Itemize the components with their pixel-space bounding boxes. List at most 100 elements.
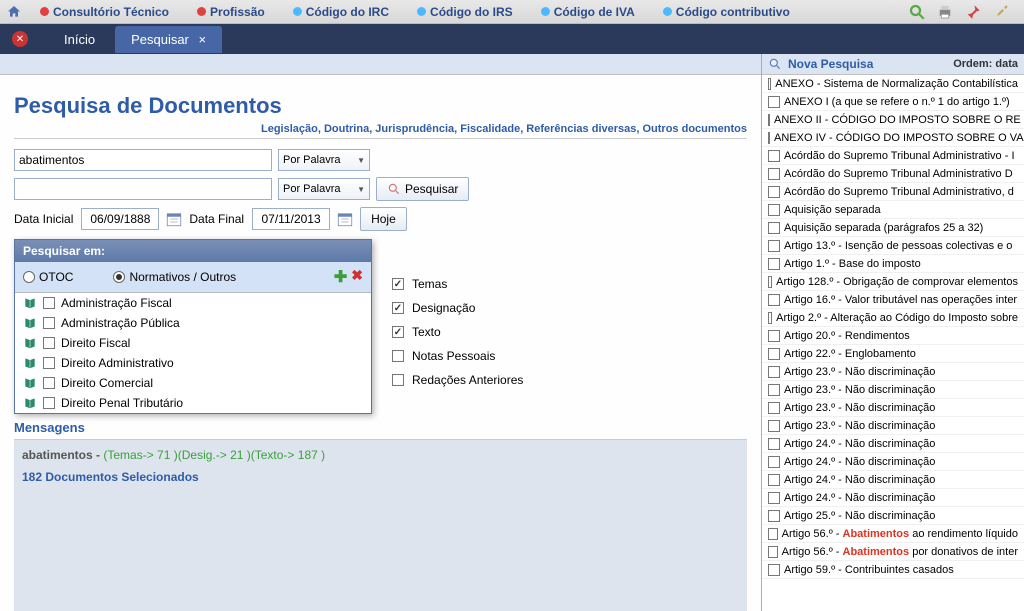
close-all-button[interactable]: ✕ xyxy=(12,31,28,47)
result-item[interactable]: Artigo 56.º - Abatimentos ao rendimento … xyxy=(762,525,1024,543)
result-item[interactable]: Artigo 24.º - Não discriminação xyxy=(762,453,1024,471)
radio-normativos[interactable]: Normativos / Outros xyxy=(113,270,236,284)
result-item[interactable]: Artigo 24.º - Não discriminação xyxy=(762,489,1024,507)
result-item[interactable]: Artigo 23.º - Não discriminação xyxy=(762,399,1024,417)
category-checkbox[interactable] xyxy=(43,297,55,309)
calendar-icon[interactable] xyxy=(336,210,354,228)
result-checkbox[interactable] xyxy=(768,114,770,126)
category-checkbox[interactable] xyxy=(43,397,55,409)
result-checkbox[interactable] xyxy=(768,438,780,450)
result-item[interactable]: Aquisição separada (parágrafos 25 a 32) xyxy=(762,219,1024,237)
tab-close-icon[interactable]: × xyxy=(199,32,207,47)
results-list[interactable]: ANEXO - Sistema de Normalização Contabil… xyxy=(762,75,1024,611)
result-item[interactable]: Artigo 25.º - Não discriminação xyxy=(762,507,1024,525)
result-item[interactable]: Artigo 2.º - Alteração ao Código do Impo… xyxy=(762,309,1024,327)
result-checkbox[interactable] xyxy=(768,240,780,252)
result-checkbox[interactable] xyxy=(768,168,780,180)
result-checkbox[interactable] xyxy=(768,402,780,414)
checkbox-redacoes[interactable] xyxy=(392,374,404,386)
calendar-icon[interactable] xyxy=(165,210,183,228)
result-checkbox[interactable] xyxy=(768,186,780,198)
result-item[interactable]: Artigo 128.º - Obrigação de comprovar el… xyxy=(762,273,1024,291)
result-checkbox[interactable] xyxy=(768,312,772,324)
printer-icon[interactable] xyxy=(936,3,954,21)
category-checkbox[interactable] xyxy=(43,317,55,329)
pin-icon[interactable] xyxy=(964,3,982,21)
result-checkbox[interactable] xyxy=(768,456,780,468)
data-final-input[interactable] xyxy=(252,208,330,230)
result-checkbox[interactable] xyxy=(768,132,770,144)
topnav-item[interactable]: Código contributivo xyxy=(649,5,804,19)
result-checkbox[interactable] xyxy=(768,330,780,342)
tools-icon[interactable] xyxy=(992,3,1010,21)
topnav-item[interactable]: Profissão xyxy=(183,5,279,19)
result-checkbox[interactable] xyxy=(768,294,780,306)
result-item[interactable]: Artigo 59.º - Contribuintes casados xyxy=(762,561,1024,579)
result-item[interactable]: Artigo 56.º - Abatimentos por donativos … xyxy=(762,543,1024,561)
result-checkbox[interactable] xyxy=(768,96,780,108)
result-item[interactable]: ANEXO - Sistema de Normalização Contabil… xyxy=(762,75,1024,93)
result-item[interactable]: Artigo 13.º - Isenção de pessoas colecti… xyxy=(762,237,1024,255)
hoje-button[interactable]: Hoje xyxy=(360,207,407,231)
result-item[interactable]: ANEXO IV - CÓDIGO DO IMPOSTO SOBRE O VA xyxy=(762,129,1024,147)
match-mode-2-select[interactable]: Por Palavra▼ xyxy=(278,178,370,200)
category-item[interactable]: Direito Penal Tributário xyxy=(15,393,371,413)
result-item[interactable]: Artigo 20.º - Rendimentos xyxy=(762,327,1024,345)
tab-inicio[interactable]: Início xyxy=(48,26,111,53)
result-item[interactable]: ANEXO I (a que se refere o n.º 1 do arti… xyxy=(762,93,1024,111)
topnav-item[interactable]: Código de IVA xyxy=(527,5,649,19)
result-checkbox[interactable] xyxy=(768,276,772,288)
result-item[interactable]: Acórdão do Supremo Tribunal Administrati… xyxy=(762,147,1024,165)
result-item[interactable]: Artigo 24.º - Não discriminação xyxy=(762,471,1024,489)
result-checkbox[interactable] xyxy=(768,564,780,576)
result-checkbox[interactable] xyxy=(768,528,778,540)
result-item[interactable]: Aquisição separada xyxy=(762,201,1024,219)
result-item[interactable]: ANEXO II - CÓDIGO DO IMPOSTO SOBRE O RE xyxy=(762,111,1024,129)
result-checkbox[interactable] xyxy=(768,78,771,90)
category-item[interactable]: Administração Fiscal xyxy=(15,293,371,313)
result-item[interactable]: Artigo 23.º - Não discriminação xyxy=(762,363,1024,381)
result-item[interactable]: Artigo 22.º - Englobamento xyxy=(762,345,1024,363)
result-item[interactable]: Artigo 23.º - Não discriminação xyxy=(762,417,1024,435)
topnav-item[interactable]: Código do IRC xyxy=(279,5,403,19)
result-checkbox[interactable] xyxy=(768,366,780,378)
remove-icon[interactable]: ✖ xyxy=(351,267,363,287)
checkbox-designacao[interactable] xyxy=(392,302,404,314)
result-item[interactable]: Artigo 23.º - Não discriminação xyxy=(762,381,1024,399)
category-item[interactable]: Direito Comercial xyxy=(15,373,371,393)
result-checkbox[interactable] xyxy=(768,474,780,486)
result-item[interactable]: Acórdão do Supremo Tribunal Administrati… xyxy=(762,165,1024,183)
search-term-1-input[interactable] xyxy=(14,149,272,171)
category-checkbox[interactable] xyxy=(43,377,55,389)
topnav-item[interactable]: Código do IRS xyxy=(403,5,527,19)
data-inicial-input[interactable] xyxy=(81,208,159,230)
result-item[interactable]: Artigo 16.º - Valor tributável nas opera… xyxy=(762,291,1024,309)
result-checkbox[interactable] xyxy=(768,222,780,234)
result-checkbox[interactable] xyxy=(768,510,780,522)
topnav-item[interactable]: Consultório Técnico xyxy=(26,5,183,19)
result-checkbox[interactable] xyxy=(768,492,780,504)
checkbox-temas[interactable] xyxy=(392,278,404,290)
radio-otoc[interactable]: OTOC xyxy=(23,270,73,284)
search-term-2-input[interactable] xyxy=(14,178,272,200)
category-item[interactable]: Direito Fiscal xyxy=(15,333,371,353)
tab-pesquisar[interactable]: Pesquisar × xyxy=(115,26,222,53)
home-icon[interactable] xyxy=(6,4,22,20)
result-item[interactable]: Artigo 24.º - Não discriminação xyxy=(762,435,1024,453)
checkbox-notas[interactable] xyxy=(392,350,404,362)
add-icon[interactable]: ✚ xyxy=(334,267,347,287)
category-checkbox[interactable] xyxy=(43,337,55,349)
category-item[interactable]: Administração Pública xyxy=(15,313,371,333)
result-checkbox[interactable] xyxy=(768,348,780,360)
category-list[interactable]: Administração FiscalAdministração Públic… xyxy=(15,293,371,413)
result-item[interactable]: Artigo 1.º - Base do imposto xyxy=(762,255,1024,273)
pesquisar-button[interactable]: Pesquisar xyxy=(376,177,469,201)
result-item[interactable]: Acórdão do Supremo Tribunal Administrati… xyxy=(762,183,1024,201)
match-mode-1-select[interactable]: Por Palavra▼ xyxy=(278,149,370,171)
search-icon[interactable] xyxy=(908,3,926,21)
result-checkbox[interactable] xyxy=(768,384,780,396)
result-checkbox[interactable] xyxy=(768,420,780,432)
checkbox-texto[interactable] xyxy=(392,326,404,338)
results-order[interactable]: Ordem: data xyxy=(953,58,1018,70)
result-checkbox[interactable] xyxy=(768,258,780,270)
